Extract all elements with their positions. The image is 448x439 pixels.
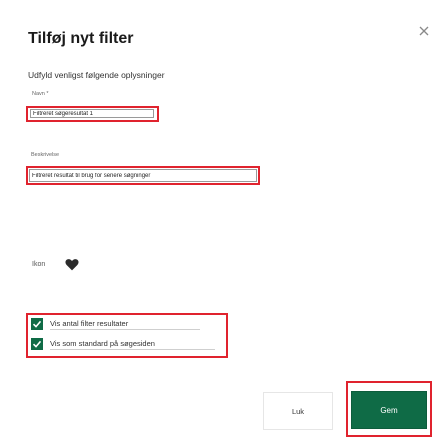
close-icon[interactable] xyxy=(417,24,431,38)
name-label: Navn * xyxy=(32,91,49,97)
checkbox-show-count[interactable] xyxy=(31,318,43,330)
dialog-subtitle: Udfyld venligst følgende oplysninger xyxy=(28,70,165,80)
description-input[interactable] xyxy=(29,169,257,182)
checkbox-default-on-search[interactable] xyxy=(31,338,43,350)
description-label: Beskrivelse xyxy=(31,152,60,158)
close-button[interactable]: Luk xyxy=(263,392,333,430)
check-icon xyxy=(32,320,42,328)
name-input[interactable] xyxy=(30,109,154,118)
check-icon xyxy=(32,340,42,348)
save-button[interactable]: Gem xyxy=(351,391,427,429)
option-default-on-search[interactable]: Vis som standard på søgesiden xyxy=(31,338,215,350)
dialog-title: Tilføj nyt filter xyxy=(28,30,134,47)
option-show-count-label: Vis antal filter resultater xyxy=(50,319,200,330)
heart-icon[interactable] xyxy=(65,258,79,271)
option-show-count[interactable]: Vis antal filter resultater xyxy=(31,318,200,330)
icon-label: Ikon xyxy=(32,261,46,268)
option-default-on-search-label: Vis som standard på søgesiden xyxy=(50,339,215,350)
add-filter-dialog: Tilføj nyt filter Udfyld venligst følgen… xyxy=(0,0,448,439)
